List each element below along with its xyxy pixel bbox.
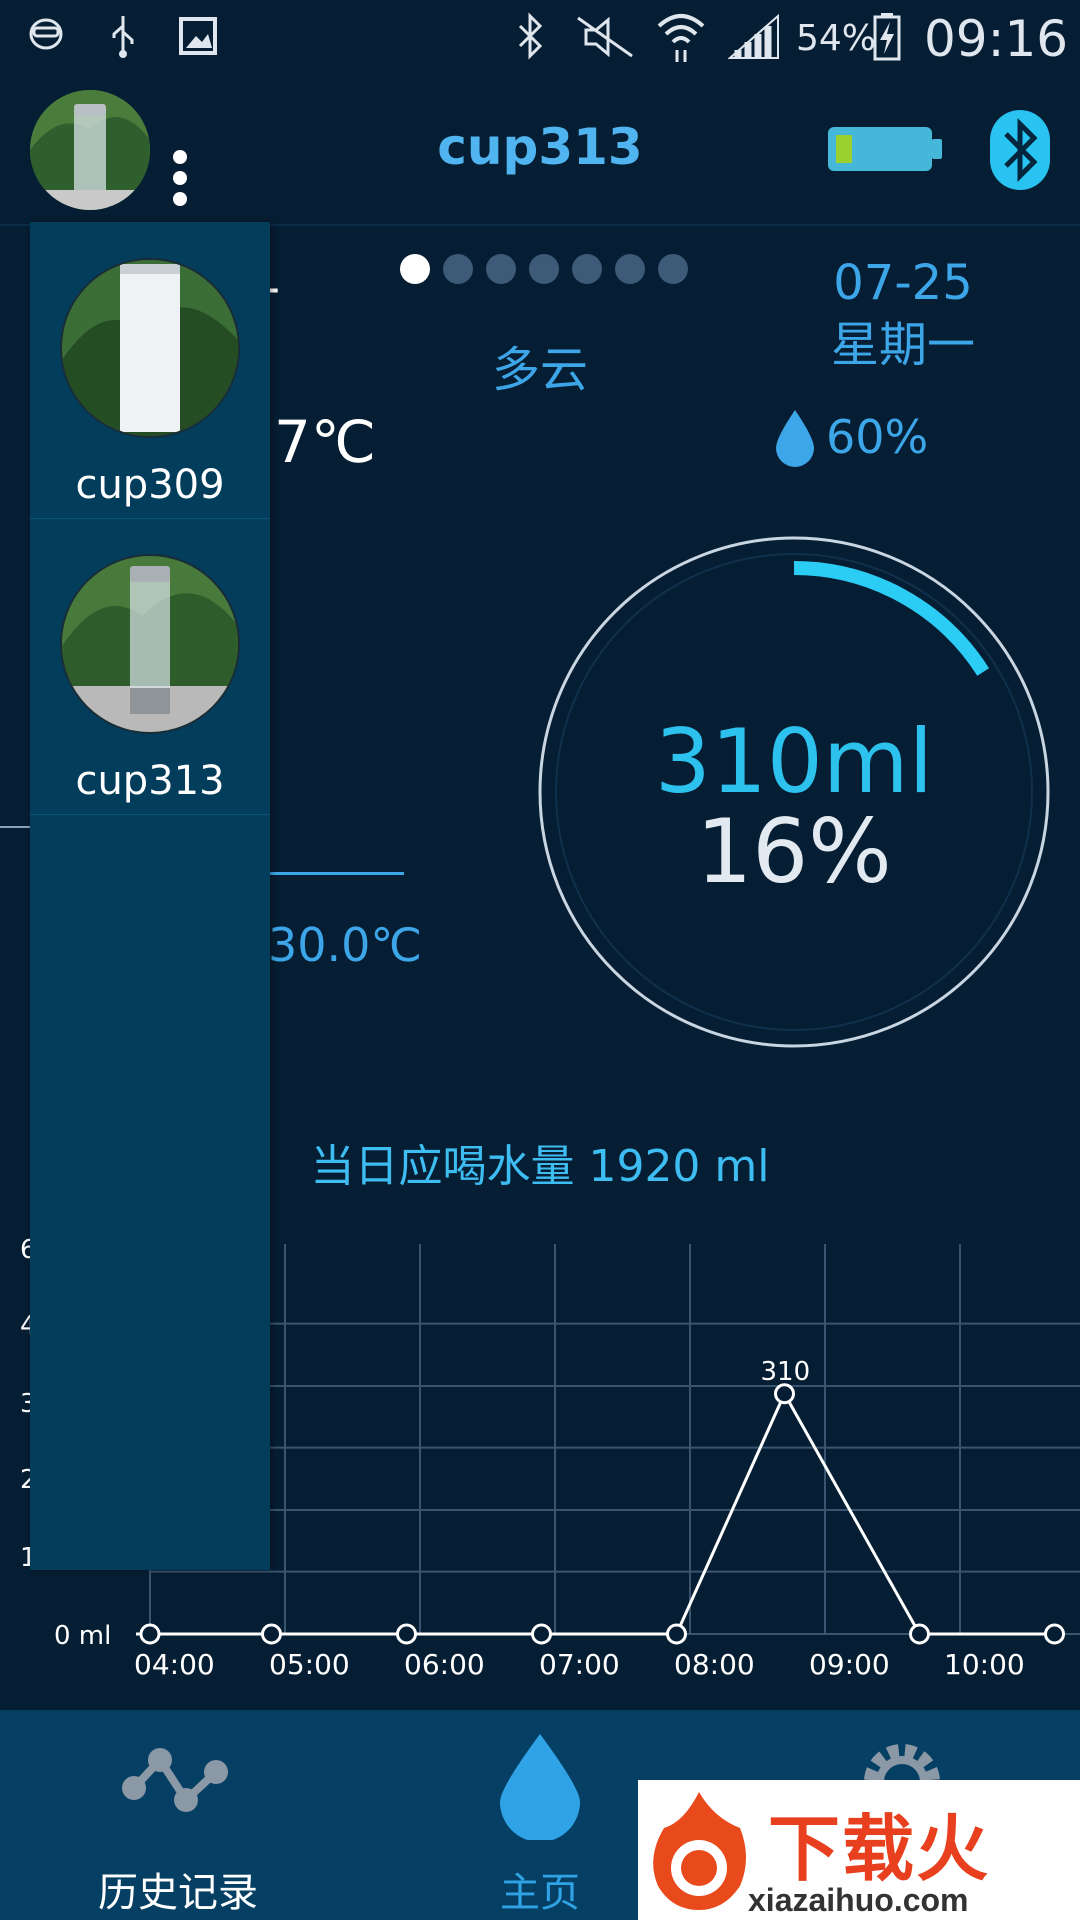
flame-logo-icon bbox=[653, 1792, 746, 1910]
data-point bbox=[666, 1623, 687, 1645]
more-vert-icon[interactable] bbox=[170, 150, 190, 214]
image-icon bbox=[179, 17, 217, 55]
clock: 09:16 bbox=[924, 10, 1069, 68]
daily-goal: 当日应喝水量 1920 ml bbox=[310, 1141, 770, 1192]
watermark-url: xiazaihuo.com bbox=[748, 1882, 969, 1918]
drawer-item-cup309[interactable]: cup309 bbox=[30, 222, 270, 519]
signal-icon bbox=[728, 14, 779, 59]
device-title: cup313 bbox=[437, 118, 643, 176]
cup-avatar[interactable] bbox=[30, 90, 150, 210]
x-tick-label: 06:00 bbox=[404, 1648, 485, 1680]
divider bbox=[0, 826, 30, 828]
page-dot[interactable] bbox=[615, 254, 645, 284]
intake-amount: 310ml bbox=[654, 710, 934, 813]
bluetooth-icon bbox=[518, 12, 543, 60]
page-dot[interactable] bbox=[486, 254, 516, 284]
chart-grid bbox=[149, 1244, 1080, 1635]
x-tick-label: 07:00 bbox=[539, 1648, 620, 1680]
page-dot[interactable] bbox=[529, 254, 559, 284]
data-point bbox=[139, 1623, 161, 1645]
home-drop-icon[interactable] bbox=[498, 1730, 582, 1840]
date-display: 07-25 星期一 bbox=[808, 252, 998, 376]
outdoor-temperature: 7℃ bbox=[274, 408, 377, 476]
divider bbox=[268, 872, 404, 875]
data-point bbox=[396, 1623, 417, 1645]
white-cup-photo-icon bbox=[62, 260, 238, 436]
date: 07-25 bbox=[833, 255, 973, 311]
cup309-thumbnail bbox=[60, 258, 240, 438]
drawer-item-label: cup313 bbox=[75, 758, 225, 804]
glass-cup-photo-icon bbox=[62, 556, 238, 732]
cup-photo-icon bbox=[30, 90, 150, 210]
face-mask-icon bbox=[29, 18, 63, 50]
device-battery-icon bbox=[828, 127, 942, 171]
battery-charging-icon bbox=[873, 13, 901, 61]
data-point bbox=[261, 1623, 282, 1645]
x-tick-label: 09:00 bbox=[809, 1648, 890, 1680]
wifi-icon bbox=[657, 14, 705, 62]
device-drawer: cup309 cup313 bbox=[30, 222, 270, 1570]
status-bar: 54% 09:16 bbox=[0, 0, 1080, 78]
data-point bbox=[531, 1623, 552, 1645]
y-tick-label: 0 ml bbox=[54, 1621, 111, 1651]
battery-percent: 54% bbox=[796, 18, 877, 59]
x-tick-label: 05:00 bbox=[269, 1648, 350, 1680]
drawer-item-cup313[interactable]: cup313 bbox=[30, 518, 270, 815]
bluetooth-icon bbox=[1004, 117, 1038, 183]
page-dot[interactable] bbox=[572, 254, 602, 284]
weather-condition: 多云 bbox=[491, 342, 588, 398]
data-point bbox=[909, 1623, 930, 1645]
page-dot[interactable] bbox=[443, 254, 473, 284]
tab-history[interactable]: 历史记录 bbox=[98, 1860, 258, 1918]
series-line bbox=[136, 1390, 1055, 1636]
data-point bbox=[1044, 1623, 1065, 1645]
progress-arc bbox=[793, 561, 990, 676]
data-point bbox=[774, 1383, 795, 1405]
page-dot[interactable] bbox=[658, 254, 688, 284]
drawer-item-label: cup309 bbox=[75, 462, 225, 508]
cup-temperature: 30.0℃ bbox=[268, 918, 423, 972]
usb-icon bbox=[112, 16, 134, 58]
water-drop-icon bbox=[776, 410, 814, 467]
weekday: 星期一 bbox=[830, 317, 975, 373]
x-tick-label: 10:00 bbox=[944, 1648, 1025, 1680]
tab-home[interactable]: 主页 bbox=[500, 1860, 580, 1918]
data-label: 310 bbox=[761, 1357, 811, 1387]
mute-icon bbox=[577, 16, 633, 58]
watermark-text: 下载火 bbox=[768, 1807, 991, 1891]
intake-percent: 16% bbox=[696, 800, 892, 903]
humidity: 60% bbox=[826, 410, 929, 464]
page-dot[interactable] bbox=[400, 254, 430, 284]
x-tick-label: 08:00 bbox=[674, 1648, 755, 1680]
bluetooth-button[interactable] bbox=[990, 110, 1050, 190]
watermark: 下载火 xiazaihuo.com bbox=[638, 1780, 1080, 1920]
x-tick-label: 04:00 bbox=[134, 1648, 215, 1680]
history-chart-icon[interactable] bbox=[120, 1744, 242, 1818]
cup313-thumbnail bbox=[60, 554, 240, 734]
